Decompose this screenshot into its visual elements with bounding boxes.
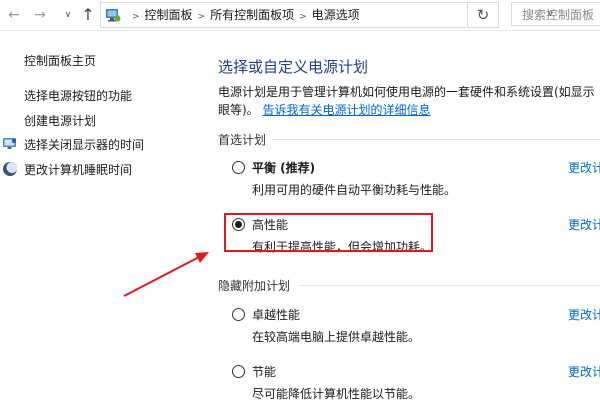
annotation-arrow-icon — [123, 252, 209, 297]
